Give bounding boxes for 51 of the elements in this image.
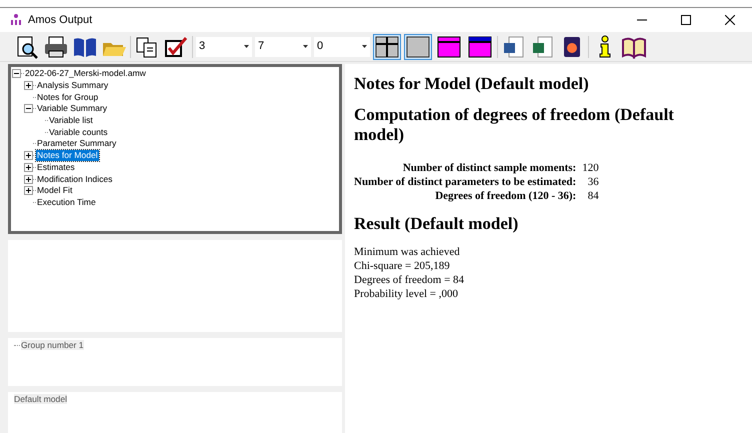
number-dropdown[interactable]: 7 [255, 36, 311, 56]
tree-item[interactable]: Parameter Summary [36, 138, 118, 150]
stat-label: Number of distinct parameters to be estimated: [354, 175, 578, 189]
tree-item[interactable]: 2022-06-27_Merski-model.amw [24, 68, 147, 80]
number-dropdown[interactable]: 0 [314, 36, 370, 56]
result-line: Degrees of freedom = 84 [354, 273, 466, 287]
result-line: Chi-square = 205,189 [354, 259, 451, 273]
result-line: Probability level = ,000 [354, 287, 459, 301]
checkbox-icon[interactable] [163, 34, 189, 58]
dropdown-arrow-icon [303, 45, 308, 48]
number-dropdown[interactable]: 3 [196, 36, 252, 56]
printer-icon[interactable] [43, 34, 69, 58]
tree-item[interactable]: Execution Time [36, 196, 97, 208]
dropdown-arrow-icon [244, 45, 249, 48]
expand-icon[interactable] [24, 186, 33, 196]
stat-label: Degrees of freedom (120 - 36): [434, 189, 578, 203]
tree-item[interactable]: Model Fit [36, 185, 74, 196]
layout-toggle[interactable] [373, 34, 401, 60]
output-title: Notes for Model (Default model) [354, 74, 590, 94]
tree-item[interactable]: Estimates [36, 162, 76, 173]
maximize-icon [681, 15, 691, 25]
model-label[interactable]: Default model [14, 394, 68, 404]
tree-item[interactable]: Variable list [48, 115, 94, 126]
collapse-icon[interactable] [12, 69, 21, 78]
layout-toggle[interactable] [435, 34, 463, 60]
expand-icon[interactable] [24, 81, 33, 90]
group-label[interactable]: Group number 1 [21, 340, 84, 350]
tree-item[interactable]: Notes for Model [36, 150, 99, 162]
expand-icon[interactable] [24, 162, 33, 172]
layout-toggle[interactable] [404, 34, 432, 60]
close-icon [725, 15, 735, 25]
tree-item[interactable]: Notes for Group [36, 92, 100, 103]
expand-icon[interactable] [24, 151, 33, 160]
stat-value: 84 [586, 189, 599, 203]
dropdown-arrow-icon [362, 45, 367, 48]
expand-icon[interactable] [24, 174, 33, 184]
layout-toggle[interactable] [466, 34, 494, 60]
collapse-icon[interactable] [24, 104, 33, 114]
stat-value: 120 [582, 161, 599, 175]
tree-item[interactable]: Variable counts [48, 126, 109, 138]
stat-value: 36 [586, 175, 599, 189]
section-heading: Computation of degrees of freedom (Default model) [354, 105, 675, 145]
tree-item[interactable]: Analysis Summary [36, 80, 110, 92]
app-icon [10, 14, 22, 26]
stat-label: Number of distinct sample moments: [402, 161, 578, 175]
tree-item[interactable]: Modification Indices [36, 174, 114, 185]
window-title: Amos Output [28, 12, 92, 28]
open-book-icon[interactable] [621, 34, 647, 58]
result-line: Minimum was achieved [354, 245, 461, 259]
tree-item[interactable]: Variable Summary [36, 103, 108, 114]
result-heading: Result (Default model) [354, 214, 520, 234]
